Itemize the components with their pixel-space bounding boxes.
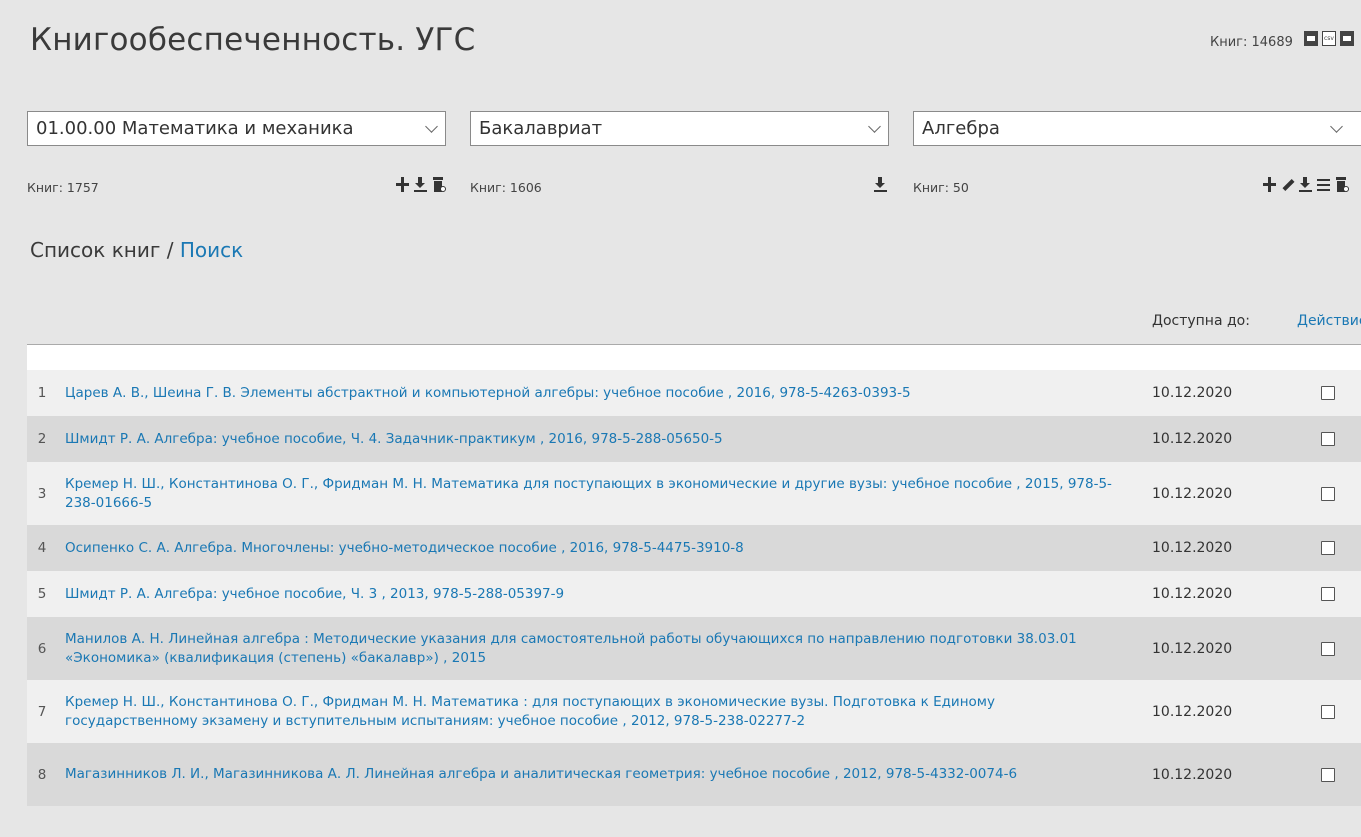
ugs-actions [395,176,446,193]
row-number: 7 [37,703,47,720]
download-icon[interactable] [413,176,428,193]
book-link[interactable]: Кремер Н. Ш., Константинова О. Г., Фридм… [65,475,1125,513]
page: Книгообеспеченность. УГС Книг: 14689 csv… [0,0,1361,837]
search-link[interactable]: Поиск [180,238,243,262]
row-checkbox[interactable] [1321,541,1335,555]
excel-icon[interactable] [1340,31,1354,46]
ugs-select-value: 01.00.00 Математика и механика [36,118,354,139]
ugs-select[interactable]: 01.00.00 Математика и механика [27,111,446,146]
row-number: 3 [37,485,47,502]
row-checkbox[interactable] [1321,486,1335,501]
heading-separator: / [160,238,180,262]
book-link[interactable]: Царев А. В., Шеина Г. В. Элементы абстра… [65,384,1125,403]
table-header-strip [27,344,1361,370]
discipline-select[interactable]: Алгебра [913,111,1361,146]
row-checkbox[interactable] [1321,704,1335,719]
book-link[interactable]: Осипенко С. А. Алгебра. Многочлены: учеб… [65,539,1125,558]
available-until: 10.12.2020 [1152,431,1233,447]
book-link[interactable]: Шмидт Р. А. Алгебра: учебное пособие, Ч.… [65,585,1125,604]
table-row: 2 Шмидт Р. А. Алгебра: учебное пособие, … [27,416,1361,462]
row-number: 8 [37,766,47,783]
row-checkbox[interactable] [1321,587,1335,601]
row-checkbox[interactable] [1321,386,1335,400]
chevron-down-icon [425,120,438,133]
available-until: 10.12.2020 [1152,766,1233,783]
row-number: 6 [37,640,47,657]
available-until: 10.12.2020 [1152,640,1233,657]
plus-icon[interactable] [395,176,410,193]
csv-icon[interactable]: csv [1322,31,1336,46]
available-until: 10.12.2020 [1152,385,1233,401]
download-icon[interactable] [873,176,888,193]
row-number: 4 [37,540,47,556]
level-select-value: Бакалавриат [479,118,603,139]
available-until: 10.12.2020 [1152,540,1233,556]
column-header-available: Доступна до: [1152,313,1250,329]
table-row: 7 Кремер Н. Ш., Константинова О. Г., Фри… [27,680,1361,743]
edit-icon[interactable] [1280,176,1295,193]
delete-icon[interactable] [431,176,446,193]
table-row: 3 Кремер Н. Ш., Константинова О. Г., Фри… [27,462,1361,525]
available-until: 10.12.2020 [1152,703,1233,720]
table-row: 8 Магазинников Л. И., Магазинникова А. Л… [27,743,1361,806]
available-until: 10.12.2020 [1152,586,1233,602]
chevron-down-icon [1330,120,1343,133]
discipline-select-value: Алгебра [922,118,1000,139]
available-until: 10.12.2020 [1152,485,1233,502]
row-number: 2 [37,431,47,447]
book-link[interactable]: Магазинников Л. И., Магазинникова А. Л. … [65,765,1125,784]
book-link[interactable]: Кремер Н. Ш., Константинова О. Г., Фридм… [65,693,1125,731]
plus-icon[interactable] [1262,176,1277,193]
book-table: 1 Царев А. В., Шеина Г. В. Элементы абст… [27,370,1361,806]
book-link[interactable]: Шмидт Р. А. Алгебра: учебное пособие, Ч.… [65,430,1125,449]
book-link[interactable]: Манилов А. Н. Линейная алгебра : Методич… [65,630,1125,668]
column-header-actions[interactable]: Действие [1297,313,1361,329]
discipline-books-count: Книг: 50 [913,180,969,195]
export-toolbar: csv [1304,31,1354,46]
row-checkbox[interactable] [1321,432,1335,446]
row-number: 5 [37,586,47,602]
level-books-count: Книг: 1606 [470,180,542,195]
book-list-label: Список книг [30,238,161,262]
row-checkbox[interactable] [1321,641,1335,656]
chevron-down-icon [868,120,881,133]
table-row: 5 Шмидт Р. А. Алгебра: учебное пособие, … [27,571,1361,617]
delete-icon[interactable] [1334,176,1349,193]
list-icon[interactable] [1316,176,1331,193]
level-select[interactable]: Бакалавриат [470,111,889,146]
total-books-count: Книг: 14689 [1210,35,1293,50]
excel-icon[interactable] [1304,31,1318,46]
table-row: 4 Осипенко С. А. Алгебра. Многочлены: уч… [27,525,1361,571]
ugs-books-count: Книг: 1757 [27,180,99,195]
list-heading: Список книг / Поиск [30,238,243,262]
level-actions [873,176,888,193]
discipline-actions [1262,176,1349,193]
row-number: 1 [37,385,47,401]
table-row: 1 Царев А. В., Шеина Г. В. Элементы абст… [27,370,1361,416]
row-checkbox[interactable] [1321,767,1335,782]
page-title: Книгообеспеченность. УГС [30,22,476,58]
table-row: 6 Манилов А. Н. Линейная алгебра : Метод… [27,617,1361,680]
download-icon[interactable] [1298,176,1313,193]
